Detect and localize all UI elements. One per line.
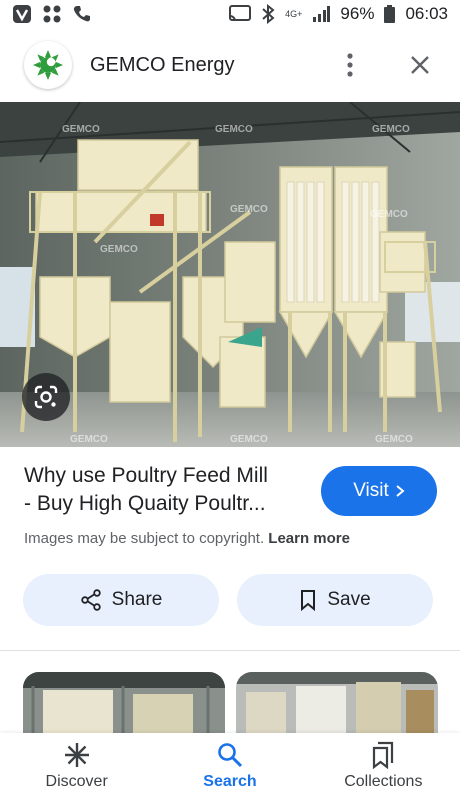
visit-label: Visit — [353, 480, 389, 501]
related-image-2[interactable] — [236, 672, 438, 734]
watermark-8: GEMCO — [230, 434, 268, 445]
chevron-right-icon — [396, 485, 405, 497]
gemco-logo-icon — [33, 50, 63, 80]
result-caption[interactable]: Why use Poultry Feed Mill - Buy High Qua… — [24, 462, 304, 518]
more-vert-icon — [347, 53, 353, 77]
bottom-navigation: Discover Search Collections — [0, 733, 460, 798]
related-image-1[interactable] — [23, 672, 225, 734]
related-thumb-photo-2 — [236, 672, 438, 734]
nav-search[interactable]: Search — [153, 733, 306, 798]
nav-collections-label: Collections — [344, 772, 423, 790]
site-title[interactable]: GEMCO Energy — [90, 54, 330, 77]
copyright-text: Images may be subject to copyright. — [24, 530, 265, 547]
nav-discover[interactable]: Discover — [0, 733, 153, 798]
watermark-6: GEMCO — [370, 209, 408, 220]
battery-icon — [384, 5, 396, 23]
watermark-4: GEMCO — [100, 244, 138, 255]
search-icon — [218, 742, 243, 767]
watermark-1: GEMCO — [62, 124, 100, 135]
share-icon — [80, 589, 101, 611]
share-label: Share — [111, 589, 163, 610]
close-icon — [411, 56, 429, 74]
lens-icon — [34, 385, 58, 409]
nav-collections[interactable]: Collections — [307, 733, 460, 798]
phone-icon — [72, 4, 92, 24]
nav-search-label: Search — [203, 772, 257, 790]
save-label: Save — [327, 589, 371, 610]
watermark-7: GEMCO — [70, 434, 108, 445]
lens-search-button[interactable] — [22, 373, 70, 421]
watermark-3: GEMCO — [372, 124, 410, 135]
watermark-9: GEMCO — [375, 434, 413, 445]
status-bar: 4G+ 96% 06:03 — [0, 0, 460, 28]
app-v-icon — [12, 4, 32, 24]
battery-percent: 96% — [340, 4, 375, 23]
close-button[interactable] — [400, 45, 440, 85]
section-divider — [0, 650, 460, 651]
watermark-2: GEMCO — [215, 124, 253, 135]
share-button[interactable]: Share — [23, 574, 219, 626]
network-type: 4G+ — [285, 8, 303, 19]
more-options-button[interactable] — [330, 45, 370, 85]
save-button[interactable]: Save — [237, 574, 433, 626]
copyright-notice: Images may be subject to copyright. Lear… — [24, 530, 350, 547]
visit-button[interactable]: Visit — [321, 466, 437, 516]
caption-line-2: - Buy High Quaity Poultr... — [24, 492, 266, 515]
source-header: GEMCO Energy — [0, 28, 460, 102]
signal-icon — [312, 6, 331, 22]
related-thumb-photo-1 — [23, 672, 225, 734]
bluetooth-icon — [261, 4, 275, 24]
asterisk-icon — [64, 742, 89, 767]
learn-more-link[interactable]: Learn more — [268, 530, 350, 547]
cast-icon — [229, 5, 252, 23]
collections-icon — [373, 741, 394, 769]
site-logo[interactable] — [24, 41, 72, 89]
nav-discover-label: Discover — [45, 772, 108, 790]
bookmark-icon — [301, 590, 316, 611]
caption-line-1: Why use Poultry Feed Mill — [24, 464, 268, 487]
clock: 06:03 — [405, 4, 448, 23]
watermark-5: GEMCO — [230, 204, 268, 215]
apps-grid-icon — [42, 4, 62, 24]
